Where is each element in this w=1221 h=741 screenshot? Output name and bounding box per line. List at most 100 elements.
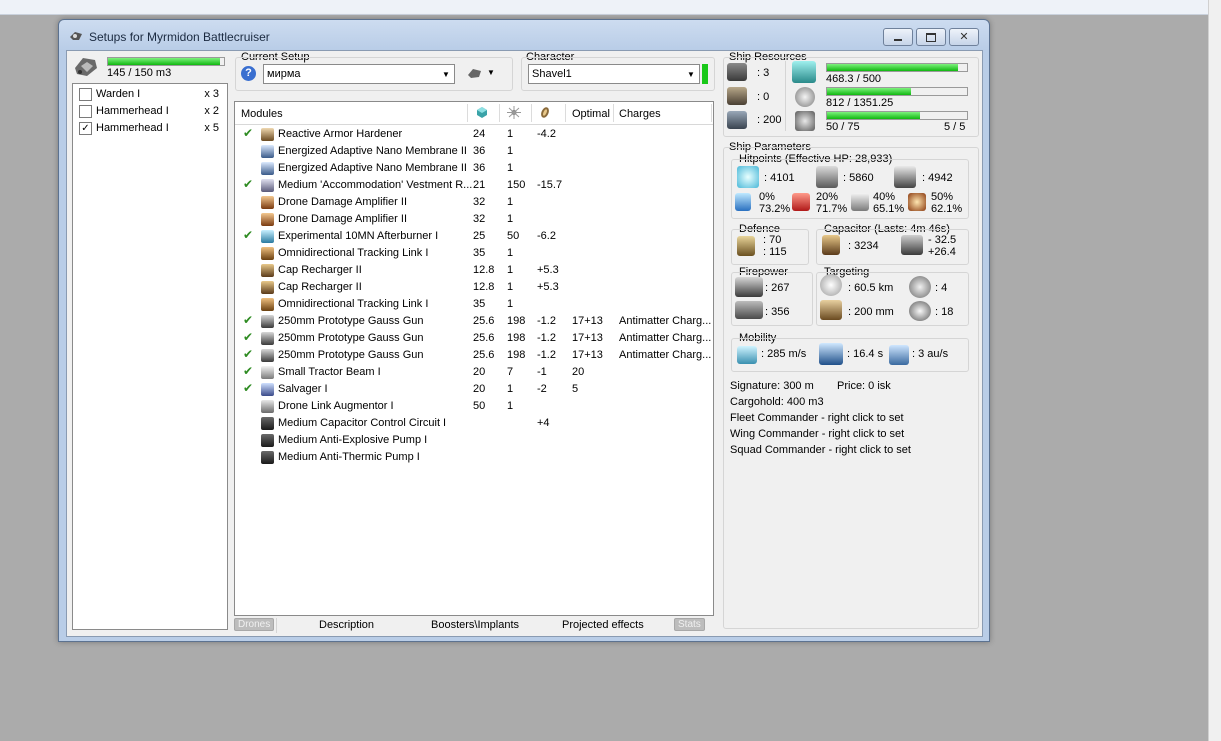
- module-row[interactable]: Cap Recharger II 12.8 1 +5.3: [235, 262, 713, 279]
- cpu-icon[interactable]: [475, 106, 489, 122]
- module-row[interactable]: Omnidirectional Tracking Link I 35 1: [235, 296, 713, 313]
- module-row[interactable]: ✔ 250mm Prototype Gauss Gun 25.6 198 -1.2 17+…: [235, 313, 713, 330]
- tab-projected-effects[interactable]: Projected effects: [562, 619, 644, 631]
- modules-table[interactable]: Modules Optimal Charges ✔ Reactive Armor …: [234, 101, 714, 616]
- maximize-button[interactable]: [916, 28, 946, 46]
- active-check-icon[interactable]: ✔: [243, 347, 253, 361]
- explosive-resist-icon: [908, 193, 926, 211]
- drone-row[interactable]: Warden I x 3: [73, 86, 225, 103]
- drone-list[interactable]: Warden I x 3 Hammerhead I x 2 ✓ Hammerhe…: [72, 83, 228, 630]
- active-check-icon[interactable]: ✔: [243, 330, 253, 344]
- character-select[interactable]: Shavel1 ▼: [528, 64, 700, 84]
- explosive-resist-armor: 62.1%: [931, 203, 963, 215]
- module-row[interactable]: ✔ 250mm Prototype Gauss Gun 25.6 198 -1.2 17+…: [235, 347, 713, 364]
- module-row[interactable]: ✔ Salvager I 20 1 -2 5: [235, 381, 713, 398]
- capacitor-recharge: +26.4: [928, 246, 956, 258]
- drone-row[interactable]: ✓ Hammerhead I x 5: [73, 120, 225, 137]
- close-button[interactable]: ✕: [949, 28, 979, 46]
- tab-description[interactable]: Description: [319, 619, 374, 631]
- active-check-icon[interactable]: ✔: [243, 364, 253, 378]
- active-check-icon[interactable]: ✔: [243, 313, 253, 327]
- module-powergrid: 198: [507, 332, 526, 344]
- kinetic-resist-shield: 40%: [873, 191, 896, 203]
- module-row[interactable]: Energized Adaptive Nano Membrane II 36 1: [235, 160, 713, 177]
- wing-commander[interactable]: Wing Commander - right click to set: [730, 428, 904, 440]
- price: Price: 0 isk: [837, 380, 891, 392]
- module-cpu: 20: [473, 366, 486, 378]
- fleet-commander[interactable]: Fleet Commander - right click to set: [730, 412, 904, 424]
- tab-boosters-implants[interactable]: Boosters\Implants: [431, 619, 519, 631]
- powergrid-resource-icon: [795, 87, 815, 107]
- drone-checkbox[interactable]: [79, 105, 92, 118]
- capacitor-icon[interactable]: [539, 106, 551, 122]
- column-optimal[interactable]: Optimal: [572, 108, 610, 120]
- module-row[interactable]: Drone Damage Amplifier II 32 1: [235, 194, 713, 211]
- module-row[interactable]: ✔ Experimental 10MN Afterburner I 25 50 -6.2: [235, 228, 713, 245]
- calibration-icon: [727, 111, 747, 129]
- drone-checkbox[interactable]: ✓: [79, 122, 92, 135]
- afterburner-icon: [261, 230, 274, 243]
- active-check-icon[interactable]: ✔: [243, 177, 253, 191]
- squad-commander[interactable]: Squad Commander - right click to set: [730, 444, 911, 456]
- warp-speed-icon: [889, 345, 909, 365]
- module-row[interactable]: Omnidirectional Tracking Link I 35 1: [235, 245, 713, 262]
- drone-row[interactable]: Hammerhead I x 2: [73, 103, 225, 120]
- turret-hardpoint-icon: [727, 63, 747, 81]
- column-modules[interactable]: Modules: [241, 108, 283, 120]
- tab-stats[interactable]: Stats: [674, 618, 705, 631]
- module-capacitor: -15.7: [537, 179, 563, 191]
- module-name: Medium Anti-Thermic Pump I: [278, 451, 420, 463]
- gauss-gun-icon: [261, 315, 274, 328]
- module-row[interactable]: ✔ Medium 'Accommodation' Vestment R... 21 1…: [235, 177, 713, 194]
- structure-hp-icon: [894, 166, 916, 188]
- title-bar[interactable]: Setups for Myrmidon Battlecruiser ✕: [59, 20, 989, 50]
- module-row[interactable]: Drone Damage Amplifier II 32 1: [235, 211, 713, 228]
- rig-icon: [261, 451, 274, 464]
- drone-bandwidth-bar: [826, 111, 968, 120]
- drone-damage-amplifier-icon: [261, 196, 274, 209]
- module-row[interactable]: Medium Anti-Explosive Pump I: [235, 432, 713, 449]
- drone-bandwidth-icon: [795, 111, 815, 131]
- module-row[interactable]: Medium Anti-Thermic Pump I: [235, 449, 713, 466]
- module-name: Omnidirectional Tracking Link I: [278, 298, 429, 310]
- module-powergrid: 1: [507, 400, 514, 412]
- module-row[interactable]: ✔ Reactive Armor Hardener 24 1 -4.2: [235, 126, 713, 143]
- close-icon: ✕: [959, 31, 969, 43]
- question-icon[interactable]: ?: [241, 66, 256, 81]
- module-row[interactable]: Medium Capacitor Control Circuit I +4: [235, 415, 713, 432]
- minimize-button[interactable]: [883, 28, 913, 46]
- setup-select[interactable]: мирма ▼: [263, 64, 455, 84]
- desktop-scrollbar[interactable]: [1208, 0, 1221, 741]
- capacitor-amount: : 3234: [848, 240, 879, 252]
- column-charges[interactable]: Charges: [619, 108, 661, 120]
- active-check-icon[interactable]: ✔: [243, 228, 253, 242]
- tab-drones[interactable]: Drones: [234, 618, 275, 631]
- module-optimal: 17+13: [572, 315, 603, 327]
- drone-checkbox[interactable]: [79, 88, 92, 101]
- module-powergrid: 150: [507, 179, 526, 191]
- drone-name: Hammerhead I: [96, 105, 169, 117]
- module-cpu: 35: [473, 298, 486, 310]
- module-capacitor: -1.2: [537, 349, 556, 361]
- module-name: Small Tractor Beam I: [278, 366, 381, 378]
- powergrid-icon[interactable]: [507, 106, 521, 122]
- module-powergrid: 198: [507, 315, 526, 327]
- max-targets: : 4: [935, 282, 948, 294]
- module-name: Drone Damage Amplifier II: [278, 213, 407, 225]
- module-row[interactable]: ✔ Small Tractor Beam I 20 7 -1 20: [235, 364, 713, 381]
- module-row[interactable]: ✔ 250mm Prototype Gauss Gun 25.6 198 -1.2 17+…: [235, 330, 713, 347]
- module-row[interactable]: Drone Link Augmentor I 50 1: [235, 398, 713, 415]
- drone-tools-button[interactable]: ▼: [465, 64, 499, 82]
- module-charges: Antimatter Charg...: [619, 349, 712, 361]
- armor-hardener-icon: [261, 128, 274, 141]
- active-check-icon[interactable]: ✔: [243, 126, 253, 140]
- module-row[interactable]: Energized Adaptive Nano Membrane II 36 1: [235, 143, 713, 160]
- gauss-gun-icon: [261, 349, 274, 362]
- active-check-icon[interactable]: ✔: [243, 381, 253, 395]
- module-row[interactable]: Cap Recharger II 12.8 1 +5.3: [235, 279, 713, 296]
- module-cpu: 12.8: [473, 264, 495, 276]
- drone-name: Warden I: [96, 88, 141, 100]
- explosive-resist-shield: 50%: [931, 191, 954, 203]
- module-capacitor: +5.3: [537, 281, 559, 293]
- chevron-down-icon: ▼: [442, 69, 450, 79]
